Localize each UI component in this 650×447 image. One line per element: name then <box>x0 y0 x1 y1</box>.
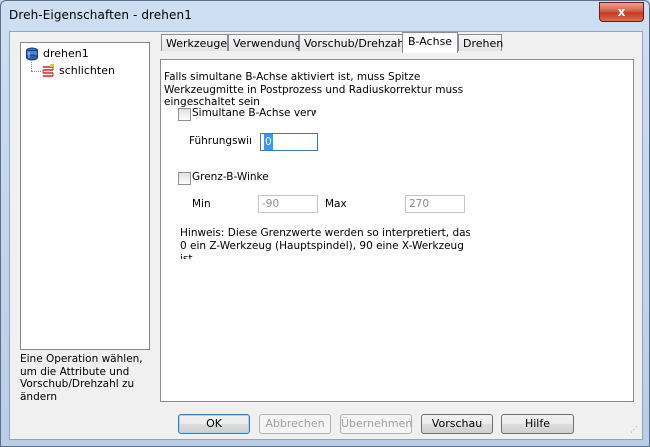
simultaneous-b-axis-checkbox[interactable] <box>178 108 191 121</box>
close-button[interactable]: x <box>599 2 644 22</box>
close-icon: x <box>617 5 626 19</box>
tab-drehen[interactable]: Drehen <box>458 34 504 51</box>
max-label: Max <box>325 198 347 210</box>
cancel-button[interactable]: Abbrechen <box>259 414 331 434</box>
tab-label: B-Achse <box>407 35 453 48</box>
b-achse-panel: Falls simultane B-Achse aktiviert ist, m… <box>160 59 634 402</box>
operation-tree[interactable]: drehen1 schlichten <box>20 42 150 350</box>
tab-label: Drehen <box>463 37 504 50</box>
tab-b-achse[interactable]: B-Achse <box>402 32 458 53</box>
tab-werkzeuge[interactable]: Werkzeuge <box>161 34 228 51</box>
dialog-client: drehen1 schlichten Eine Operation wählen… <box>9 31 643 440</box>
limit-b-angle-checkbox[interactable] <box>178 172 191 185</box>
guide-angle-label: Führungswink <box>189 135 251 147</box>
dialog-window: Dreh-Eigenschaften - drehen1 x drehen1 s… <box>0 0 650 447</box>
tab-label: Werkzeuge <box>166 37 228 50</box>
operation-icon <box>26 47 38 61</box>
info-text-line2: Werkzeugmitte in Postprozess und Radiusk… <box>164 84 464 96</box>
limit-b-angle-label: Grenz-B-Winke <box>192 171 269 183</box>
tree-connector <box>31 71 41 72</box>
tab-label: Vorschub/Drehzahl <box>304 37 408 50</box>
guide-angle-input[interactable]: 0 <box>260 133 318 151</box>
tree-item-label: drehen1 <box>43 47 89 60</box>
max-input[interactable]: 270 <box>405 195 465 213</box>
tree-item-label: schlichten <box>59 64 115 77</box>
window-title: Dreh-Eigenschaften - drehen1 <box>9 8 192 22</box>
guide-angle-value: 0 <box>264 134 273 150</box>
note-line3: ist <box>180 253 193 259</box>
min-input[interactable]: -90 <box>258 195 318 213</box>
min-label: Min <box>192 198 211 210</box>
tree-connector <box>31 62 32 71</box>
tab-verwendung[interactable]: Verwendung <box>228 34 302 51</box>
help-button[interactable]: Hilfe <box>501 414 574 434</box>
apply-button[interactable]: Übernehmen <box>340 414 412 434</box>
operation-hint: Eine Operation wählen, um die Attribute … <box>20 353 143 403</box>
note-line2: 0 ein Z-Werkzeug (Hauptspindel), 90 eine… <box>180 240 464 252</box>
note-line1: Hinweis: Diese Grenzwerte werden so inte… <box>180 227 470 239</box>
title-bar[interactable]: Dreh-Eigenschaften - drehen1 x <box>1 1 649 29</box>
info-text-line1: Falls simultane B-Achse aktiviert ist, m… <box>164 71 421 83</box>
tab-vorschub-drehzahl[interactable]: Vorschub/Drehzahl <box>299 34 407 51</box>
finishing-toolpath-icon <box>42 64 54 77</box>
tab-label: Verwendung <box>233 37 302 50</box>
ok-button[interactable]: OK <box>178 414 250 434</box>
simultaneous-b-axis-label: Simultane B-Achse verwer <box>192 107 316 119</box>
resize-grip[interactable]: ⋰ <box>630 426 640 437</box>
preview-button[interactable]: Vorschau <box>421 414 493 434</box>
info-text-line3: eingeschaltet sein <box>164 96 260 107</box>
